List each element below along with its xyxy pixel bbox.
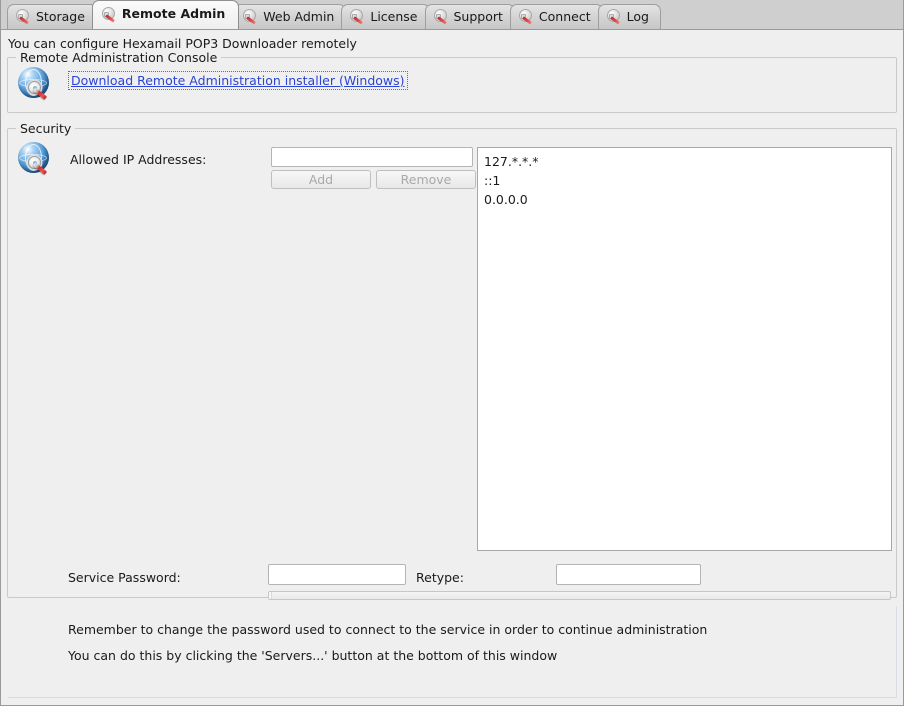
- allowed-ip-list[interactable]: 127.*.*.* ::1 0.0.0.0: [477, 147, 892, 551]
- list-item[interactable]: 127.*.*.*: [478, 152, 891, 171]
- retype-password-input[interactable]: [556, 564, 701, 585]
- tab-license[interactable]: License: [341, 4, 429, 29]
- service-password-label: Service Password:: [68, 570, 181, 585]
- tab-bar: Storage Remote Admin Web Admin License: [1, 0, 904, 30]
- globe-tool-icon: [102, 7, 117, 22]
- globe-tool-icon: [434, 9, 449, 24]
- remove-ip-button[interactable]: Remove: [376, 170, 476, 189]
- globe-tool-icon: [243, 9, 258, 24]
- download-remote-admin-installer-link[interactable]: Download Remote Administration installer…: [68, 71, 408, 90]
- allowed-ip-addresses-label: Allowed IP Addresses:: [70, 152, 206, 167]
- tab-web-admin[interactable]: Web Admin: [234, 4, 346, 29]
- globe-tool-icon: [607, 9, 622, 24]
- group-title: Remote Administration Console: [16, 50, 221, 65]
- globe-tool-icon: [17, 67, 51, 101]
- globe-tool-icon: [16, 9, 31, 24]
- tab-support[interactable]: Support: [425, 4, 515, 29]
- tab-label: Log: [627, 11, 649, 24]
- intro-text: You can configure Hexamail POP3 Download…: [8, 36, 357, 51]
- retype-password-label: Retype:: [416, 570, 464, 585]
- group-title: Security: [16, 121, 75, 136]
- tab-remote-admin[interactable]: Remote Admin: [92, 0, 239, 29]
- allowed-ip-input[interactable]: [271, 147, 473, 167]
- list-item[interactable]: ::1: [478, 171, 891, 190]
- note-servers-button: You can do this by clicking the 'Servers…: [68, 648, 557, 663]
- remote-admin-window: Storage Remote Admin Web Admin License: [0, 0, 904, 706]
- tab-label: License: [370, 11, 417, 24]
- tab-label: Web Admin: [263, 11, 334, 24]
- globe-tool-icon: [350, 9, 365, 24]
- globe-tool-icon: [519, 9, 534, 24]
- globe-tool-icon: [17, 142, 51, 176]
- tab-log[interactable]: Log: [598, 4, 661, 29]
- tab-label: Remote Admin: [122, 8, 225, 21]
- password-strength-bar: [268, 591, 891, 600]
- tab-label: Support: [454, 11, 503, 24]
- tab-label: Storage: [36, 11, 85, 24]
- note-change-password: Remember to change the password used to …: [68, 622, 707, 637]
- tab-label: Connect: [539, 11, 591, 24]
- group-security: Security Allowed IP Addresses: Add Remov…: [7, 128, 897, 598]
- group-remote-administration-console: Remote Administration Console Download R…: [7, 57, 897, 113]
- add-ip-button[interactable]: Add: [271, 170, 371, 189]
- tab-connect[interactable]: Connect: [510, 4, 603, 29]
- service-password-input[interactable]: [268, 564, 406, 585]
- tab-storage[interactable]: Storage: [7, 4, 97, 29]
- tab-content-remote-admin: You can configure Hexamail POP3 Download…: [1, 30, 903, 704]
- tab-list: Storage Remote Admin Web Admin License: [7, 0, 656, 29]
- list-item[interactable]: 0.0.0.0: [478, 190, 891, 209]
